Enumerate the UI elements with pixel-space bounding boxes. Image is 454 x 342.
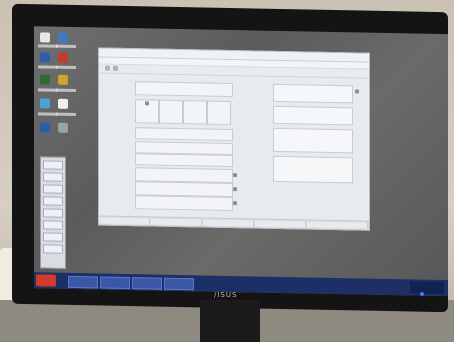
dropdown-icon[interactable]	[233, 201, 237, 206]
toolbar-icon[interactable]	[113, 65, 118, 71]
desktop-icon-label	[38, 88, 58, 92]
desktop-icon-label	[56, 44, 76, 49]
desktop-icon[interactable]	[58, 74, 68, 85]
desktop-icon[interactable]	[40, 32, 50, 43]
monitor-stand	[200, 300, 260, 342]
side-panel-item[interactable]	[43, 184, 63, 194]
desktop-icon-label	[38, 112, 58, 116]
monitor-bezel	[12, 3, 448, 313]
grid-cell[interactable]	[159, 99, 183, 125]
side-panel	[40, 156, 66, 269]
side-panel-item[interactable]	[43, 220, 63, 230]
text-area[interactable]	[273, 155, 353, 184]
status-segment	[151, 218, 202, 226]
system-tray[interactable]	[410, 281, 444, 295]
desktop-icon[interactable]	[40, 74, 50, 85]
grid-cell[interactable]	[183, 100, 207, 125]
dropdown-icon[interactable]	[355, 89, 359, 94]
text-field[interactable]	[135, 195, 233, 212]
side-panel-item[interactable]	[43, 244, 63, 254]
desktop-icon[interactable]	[58, 122, 68, 133]
status-segment	[99, 217, 150, 225]
status-segment	[203, 219, 254, 227]
desktop-icon-label	[56, 88, 76, 93]
screen	[34, 26, 448, 297]
taskbar-button[interactable]	[164, 277, 194, 291]
desktop-icon[interactable]	[40, 122, 50, 133]
side-panel-item[interactable]	[43, 208, 63, 218]
status-bar	[99, 215, 369, 230]
text-area[interactable]	[273, 127, 353, 154]
side-panel-item[interactable]	[43, 232, 63, 242]
dropdown-icon[interactable]	[233, 173, 237, 178]
side-panel-item[interactable]	[43, 196, 63, 206]
text-field[interactable]	[135, 153, 233, 168]
desktop-icon[interactable]	[40, 98, 50, 109]
taskbar	[34, 272, 448, 297]
toolbar-icon[interactable]	[105, 65, 110, 71]
dropdown-icon[interactable]	[233, 187, 237, 192]
application-window	[98, 47, 370, 231]
desktop-icon[interactable]	[58, 98, 68, 109]
desktop-icon[interactable]	[58, 32, 68, 43]
power-led-icon[interactable]	[420, 292, 424, 296]
desktop-icon-label	[38, 65, 58, 69]
taskbar-button[interactable]	[132, 277, 162, 290]
taskbar-button[interactable]	[68, 275, 98, 289]
start-button[interactable]	[36, 274, 56, 287]
text-field[interactable]	[135, 81, 233, 98]
desktop-icon[interactable]	[40, 52, 50, 63]
cursor-icon	[145, 101, 149, 106]
text-field[interactable]	[135, 127, 233, 142]
grid-cell[interactable]	[207, 100, 231, 126]
text-area[interactable]	[273, 105, 353, 126]
side-panel-item[interactable]	[43, 160, 63, 170]
text-area[interactable]	[273, 83, 353, 104]
status-segment	[307, 221, 368, 229]
desktop-icon[interactable]	[58, 52, 68, 63]
side-panel-item[interactable]	[43, 172, 63, 182]
desktop-icon-label	[56, 65, 76, 70]
monitor-brand-label: /ISUS	[214, 291, 238, 299]
status-segment	[255, 220, 306, 228]
desktop-icon-label	[38, 44, 58, 48]
desktop-icon-label	[56, 112, 76, 117]
taskbar-button[interactable]	[100, 276, 130, 290]
